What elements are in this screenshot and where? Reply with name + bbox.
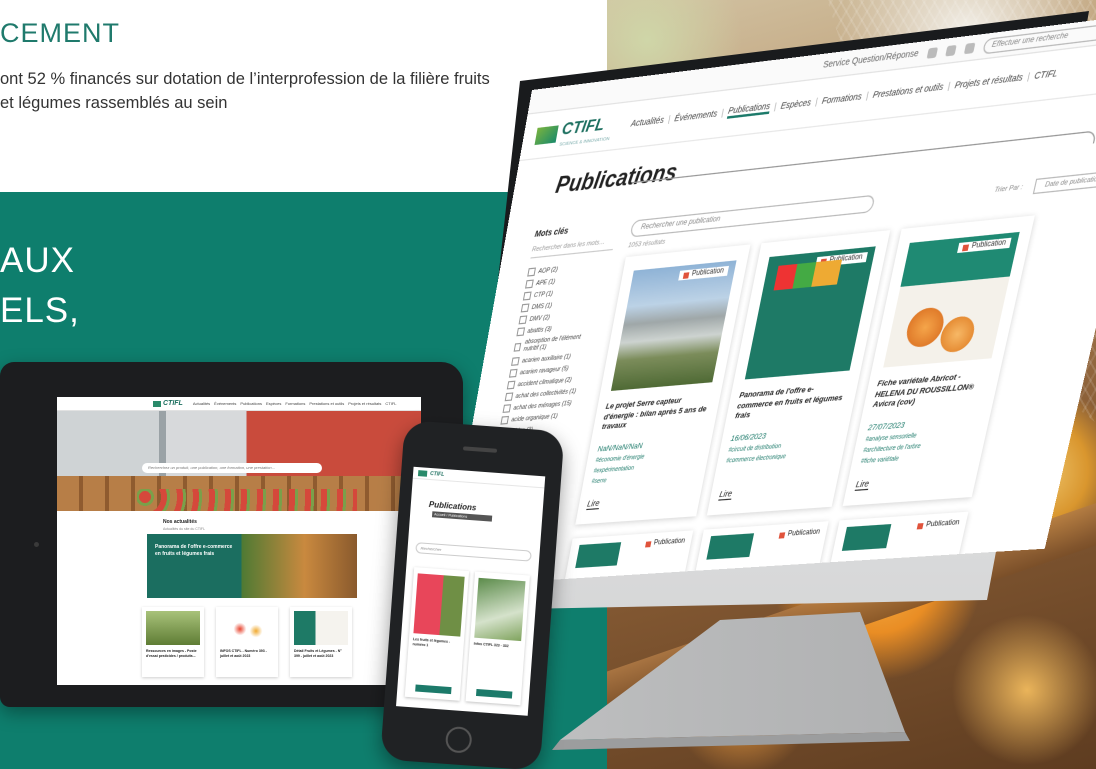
section-title-text: Nos actualités bbox=[163, 519, 197, 525]
phone-logo[interactable]: CTIFL bbox=[430, 470, 445, 477]
card-title: Le projet Serre capteur d'énergie : bila… bbox=[601, 394, 712, 433]
phone-screen: CTIFL Publications Accueil / Publication… bbox=[396, 467, 545, 716]
nav-item-formations[interactable]: Formations bbox=[821, 93, 863, 107]
home-button[interactable] bbox=[445, 726, 473, 754]
card-thumbnail bbox=[220, 611, 274, 645]
site-logo[interactable]: CTIFL SCIENCE & INNOVATION bbox=[534, 113, 615, 150]
hero-vegetables bbox=[137, 489, 357, 511]
sort-select[interactable]: Date de publication bbox=[1033, 171, 1096, 195]
nav-item-projets[interactable]: Projets et résultats bbox=[954, 74, 1024, 91]
nav-item-publications[interactable]: Publications bbox=[727, 103, 771, 119]
nav-separator: | bbox=[865, 92, 869, 101]
card-button[interactable] bbox=[476, 689, 512, 699]
card-title: Panorama de l'offre e-commerce en fruits… bbox=[734, 383, 849, 423]
logo-text: CTIFL bbox=[560, 114, 606, 139]
card-thumbnail bbox=[474, 578, 525, 641]
tablet-hero-image: Recherchez un produit, une publication, … bbox=[57, 411, 421, 511]
banner-title: AUX ELS, bbox=[0, 236, 80, 336]
tablet-nav-item[interactable]: CTIFL bbox=[385, 401, 396, 406]
publication-badge: Publication bbox=[815, 252, 868, 267]
nav-separator: | bbox=[947, 82, 951, 91]
read-link[interactable]: Lire bbox=[586, 500, 600, 510]
banner-title-line-2: ELS, bbox=[0, 286, 80, 336]
tablet-nav-item[interactable]: Actualités bbox=[193, 401, 210, 406]
nav-item-evenements[interactable]: Événements bbox=[674, 110, 718, 124]
read-link[interactable]: Lire bbox=[855, 480, 870, 491]
phone-publication-card[interactable]: Infos CTIFL 323 · 332 bbox=[466, 572, 530, 706]
tablet-nav-item[interactable]: Projets et résultats bbox=[348, 401, 381, 406]
section-subtitle: Actualités du site du CTIFL bbox=[163, 527, 421, 531]
tablet-nav-item[interactable]: Espèces bbox=[266, 401, 281, 406]
nav-item-actualites[interactable]: Actualités bbox=[630, 116, 664, 129]
tablet-nav-item[interactable]: Prestations et outils bbox=[309, 401, 344, 406]
ctifl-logo-icon bbox=[153, 401, 161, 407]
publication-cards: Publication Le projet Serre capteur d'én… bbox=[575, 208, 1096, 524]
tablet-cards: Ressources en images - Poste d'essai pes… bbox=[142, 607, 352, 677]
ctifl-logo-icon bbox=[535, 125, 559, 145]
linkedin-icon[interactable] bbox=[945, 44, 957, 56]
card-thumbnail bbox=[146, 611, 200, 645]
card-title: Ressources en images - Poste d'essai pes… bbox=[146, 649, 200, 658]
card-title: Fiche variétale Abricot - HELENA DU ROUS… bbox=[872, 371, 991, 412]
card-thumbnail: Publication bbox=[745, 246, 876, 379]
phone-search-input[interactable]: Rechercher bbox=[415, 542, 531, 561]
nav-separator: | bbox=[1026, 73, 1030, 82]
section-heading: CEMENT bbox=[0, 18, 120, 49]
speaker-icon bbox=[463, 446, 497, 452]
card-thumbnail bbox=[575, 542, 621, 568]
publication-badge: Publication bbox=[678, 266, 729, 281]
nav-separator: | bbox=[667, 116, 671, 125]
tablet-nav-item[interactable]: Publications bbox=[240, 401, 262, 406]
facets-title: Mots clés bbox=[534, 222, 618, 239]
tablet-search-input[interactable]: Recherchez un produit, une publication, … bbox=[142, 463, 322, 473]
youtube-icon[interactable] bbox=[964, 42, 976, 54]
nav-item-prestations[interactable]: Prestations et outils bbox=[872, 83, 944, 100]
feature-title: Panorama de l'offre e-commerce en fruits… bbox=[155, 544, 235, 558]
card-thumbnail bbox=[413, 573, 464, 636]
nav-separator: | bbox=[721, 109, 725, 118]
tablet-logo[interactable]: CTIFL bbox=[153, 400, 183, 407]
nav-separator: | bbox=[773, 103, 777, 112]
read-link[interactable]: Lire bbox=[718, 490, 732, 500]
facets-search-input[interactable]: Rechercher dans les mots… bbox=[530, 238, 614, 259]
intro-paragraph: ont 52 % financés sur dotation de l’inte… bbox=[0, 67, 490, 115]
tablet-camera-icon bbox=[34, 542, 39, 547]
tablet-nav: CTIFL Actualités Événements Publications… bbox=[57, 397, 421, 411]
tablet-screen: CTIFL Actualités Événements Publications… bbox=[57, 397, 421, 685]
phone-device: CTIFL Publications Accueil / Publication… bbox=[380, 420, 564, 769]
card-thumbnail: Publication bbox=[611, 260, 737, 391]
facebook-icon[interactable] bbox=[927, 47, 938, 59]
tablet-news-card[interactable]: Détail Fruits et Légumes - N° 399 - juil… bbox=[290, 607, 352, 677]
publication-badge: Publication bbox=[916, 519, 960, 529]
phone-publication-card[interactable]: Les fruits et légumes - numéro 1 bbox=[405, 567, 469, 701]
card-button[interactable] bbox=[415, 684, 451, 694]
nav-item-ctifl[interactable]: CTIFL bbox=[1033, 70, 1058, 82]
tablet-nav-item[interactable]: Événements bbox=[214, 401, 236, 406]
phone-cards: Les fruits et légumes - numéro 1 Infos C… bbox=[405, 567, 530, 705]
publication-badge: Publication bbox=[778, 529, 820, 539]
nav-item-especes[interactable]: Espèces bbox=[780, 99, 812, 111]
tablet-section-title: Nos actualités Actualités du site du CTIF… bbox=[57, 511, 421, 531]
card-title: Les fruits et légumes - numéro 1 bbox=[412, 637, 460, 649]
tablet-feature-card[interactable]: Panorama de l'offre e-commerce en fruits… bbox=[147, 534, 357, 598]
card-thumbnail bbox=[294, 611, 348, 645]
sort-label: Trier Par : bbox=[994, 184, 1024, 195]
card-thumbnail: Publication bbox=[883, 232, 1020, 368]
tablet-news-card[interactable]: INFOS CTIFL - Numéro 393 - juillet et ao… bbox=[216, 607, 278, 677]
nav-separator: | bbox=[814, 98, 818, 107]
publication-badge: Publication bbox=[645, 538, 686, 548]
service-link[interactable]: Service Question/Réponse bbox=[822, 50, 919, 71]
publication-badge: Publication bbox=[957, 238, 1012, 253]
tablet-news-card[interactable]: Ressources en images - Poste d'essai pes… bbox=[142, 607, 204, 677]
results-area: Rechercher une publication Trier Par : D… bbox=[564, 169, 1096, 584]
ctifl-logo-icon bbox=[418, 470, 427, 477]
tablet-nav-item[interactable]: Formations bbox=[285, 401, 305, 406]
card-title: Détail Fruits et Légumes - N° 399 - juil… bbox=[294, 649, 348, 658]
card-title: INFOS CTIFL - Numéro 393 - juillet et ao… bbox=[220, 649, 274, 658]
card-title: Infos CTIFL 323 · 332 bbox=[474, 642, 521, 650]
banner-title-line-1: AUX bbox=[0, 236, 80, 286]
card-thumbnail bbox=[706, 533, 754, 559]
card-thumbnail bbox=[842, 524, 892, 551]
tablet-logo-text: CTIFL bbox=[163, 400, 183, 407]
